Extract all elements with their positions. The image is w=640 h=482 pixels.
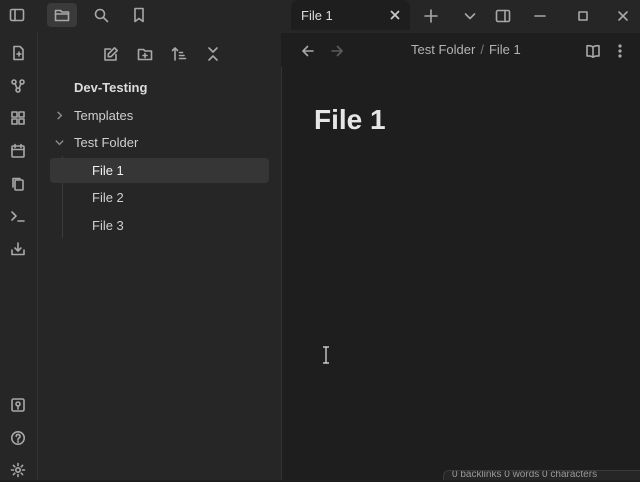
chevron-right-icon [54,110,65,121]
copy-icon[interactable] [6,172,30,196]
settings-icon[interactable] [6,458,30,482]
breadcrumb-file[interactable]: File 1 [489,42,521,57]
sort-icon[interactable] [166,43,192,65]
collapse-icon[interactable] [200,43,226,65]
new-tab-icon[interactable] [420,5,442,27]
tree-file-file-1[interactable]: File 1 [50,158,269,183]
more-options-icon[interactable] [610,41,630,61]
tree-item-label: File 3 [92,218,124,233]
chevron-down-icon[interactable] [459,5,481,27]
breadcrumb-separator: / [480,42,484,57]
new-folder-icon[interactable] [132,43,158,65]
terminal-icon[interactable] [6,204,30,228]
left-top-bar [9,0,281,33]
tab-bar: File 1 [281,0,640,33]
arrow-left-icon[interactable] [298,41,318,61]
status-text: 0 backlinks 0 words 0 characters [452,470,598,480]
folder-icon[interactable] [47,3,77,27]
text-cursor-icon [321,346,331,364]
tree-item-label: Templates [74,108,134,123]
tree-file-file-2[interactable]: File 2 [50,185,269,210]
chevron-down-icon [54,137,65,148]
status-bar: 0 backlinks 0 words 0 characters [443,470,640,480]
ribbon [0,0,38,480]
sidebar-toggle-icon[interactable] [3,3,31,27]
vault-icon[interactable] [6,393,30,417]
layout-icon[interactable] [6,106,30,130]
new-note-icon[interactable] [98,43,124,65]
import-icon[interactable] [6,237,30,261]
graph-icon[interactable] [6,74,30,98]
file-explorer: Dev-Testing Templates Test Folder File 1… [38,33,282,480]
file-open-icon[interactable] [6,41,30,65]
tab-title: File 1 [301,8,333,23]
minimize-icon[interactable] [529,5,551,27]
help-icon[interactable] [6,426,30,450]
maximize-icon[interactable] [572,5,594,27]
arrow-right-icon[interactable] [327,41,347,61]
window-close-icon[interactable] [612,5,634,27]
breadcrumb-folder[interactable]: Test Folder [411,42,475,57]
tab-file-1[interactable]: File 1 [291,0,410,30]
vault-name[interactable]: Dev-Testing [74,80,147,95]
tree-item-label: Test Folder [74,135,139,150]
reading-view-icon[interactable] [583,41,603,61]
calendar-icon[interactable] [6,139,30,163]
search-icon[interactable] [86,3,116,27]
view-header: Test Folder / File 1 [281,33,640,67]
close-icon[interactable] [386,6,404,24]
right-sidebar-toggle-icon[interactable] [492,5,514,27]
tree-item-label: File 2 [92,190,124,205]
breadcrumb: Test Folder / File 1 [411,42,521,57]
explorer-actions [98,43,226,65]
tree-folder-test-folder[interactable]: Test Folder [50,130,269,155]
tree-folder-templates[interactable]: Templates [50,103,269,128]
tree-file-file-3[interactable]: File 3 [50,213,269,238]
document-title[interactable]: File 1 [314,104,386,136]
bookmark-icon[interactable] [124,3,154,27]
tree-item-label: File 1 [92,163,124,178]
